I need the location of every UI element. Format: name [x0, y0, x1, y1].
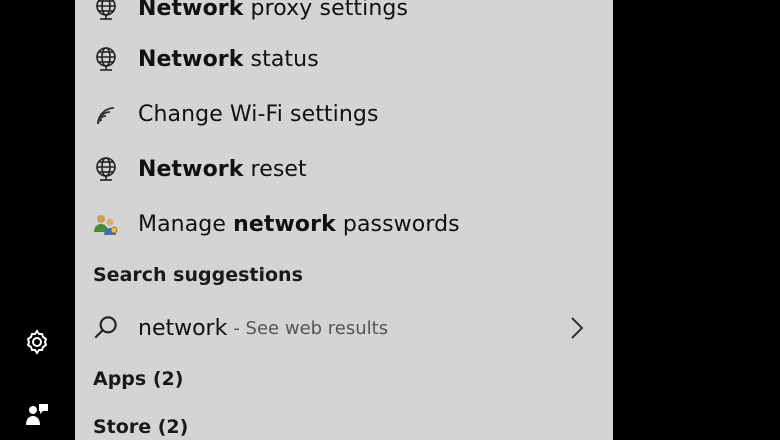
- result-label-bold: Network: [138, 46, 244, 72]
- result-label-bold: Network: [138, 0, 244, 21]
- web-results-hint: - See web results: [233, 317, 389, 339]
- result-manage-network-passwords[interactable]: Manage network passwords: [75, 199, 613, 249]
- result-label-rest: passwords: [335, 211, 460, 237]
- globe-monitor-icon: [91, 154, 121, 184]
- search-results-panel: Network proxy settings Network status Ch…: [75, 0, 613, 440]
- users-key-icon: [91, 209, 121, 239]
- search-suggestions-header: Search suggestions: [93, 264, 303, 286]
- result-label-rest: proxy settings: [243, 0, 409, 21]
- globe-monitor-icon: [91, 44, 121, 74]
- result-label-rest: reset: [243, 156, 307, 182]
- apps-section-header[interactable]: Apps (2): [93, 368, 183, 390]
- result-network-status[interactable]: Network status: [75, 34, 613, 84]
- search-icon: [91, 313, 121, 343]
- result-network-proxy-settings[interactable]: Network proxy settings: [75, 0, 613, 33]
- result-label-prefix: Manage: [138, 211, 234, 237]
- web-search-suggestion[interactable]: network - See web results: [75, 303, 613, 353]
- result-label-bold: network: [233, 211, 336, 237]
- gear-icon[interactable]: [22, 327, 52, 357]
- globe-monitor-icon: [91, 0, 121, 23]
- wifi-icon: [91, 99, 121, 129]
- result-label-rest: status: [243, 46, 319, 72]
- store-section-header[interactable]: Store (2): [93, 416, 188, 438]
- search-query-text: network: [138, 315, 228, 341]
- user-feedback-icon[interactable]: [22, 399, 52, 429]
- left-rail: [0, 0, 75, 440]
- chevron-right-icon[interactable]: [567, 316, 587, 340]
- result-change-wifi-settings[interactable]: Change Wi-Fi settings: [75, 89, 613, 139]
- result-network-reset[interactable]: Network reset: [75, 144, 613, 194]
- result-label-rest: Change Wi-Fi settings: [138, 101, 379, 127]
- result-label-bold: Network: [138, 156, 244, 182]
